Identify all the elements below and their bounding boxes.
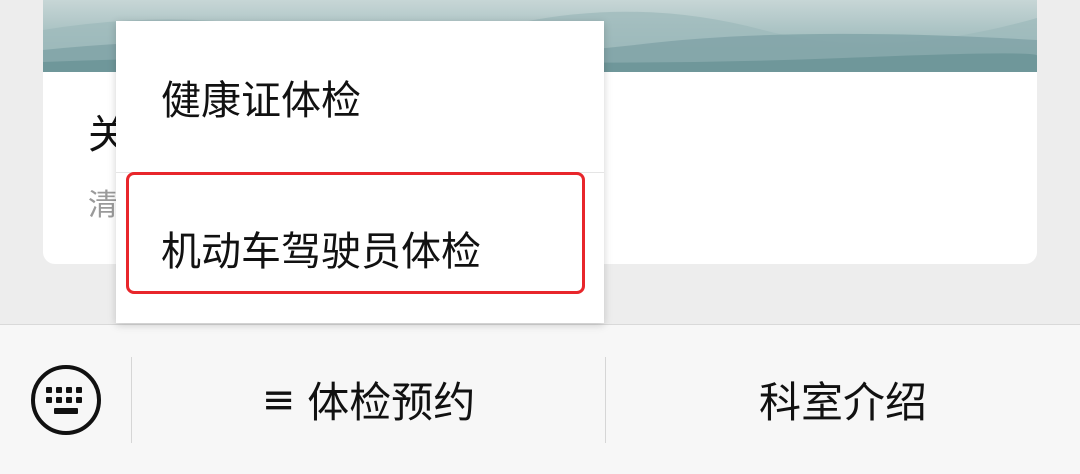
menu-tab-department-intro[interactable]: 科室介绍: [606, 325, 1080, 474]
submenu-item-label: 健康证体检: [161, 78, 361, 124]
menu-list-icon: ≡: [261, 376, 296, 423]
highlight-annotation-box: [126, 172, 585, 294]
keyboard-icon: [30, 364, 101, 435]
menu-tab-label: 体检预约: [307, 378, 476, 427]
menu-tab-label: 科室介绍: [758, 378, 927, 427]
keyboard-toggle-button[interactable]: [0, 325, 131, 474]
bottom-menu-bar: ≡ 体检预约 科室介绍: [0, 324, 1080, 474]
submenu-item-health-certificate-exam[interactable]: 健康证体检: [116, 21, 604, 173]
article-subtitle: 清: [88, 188, 118, 223]
menu-tab-exam-booking[interactable]: ≡ 体检预约: [132, 325, 605, 474]
